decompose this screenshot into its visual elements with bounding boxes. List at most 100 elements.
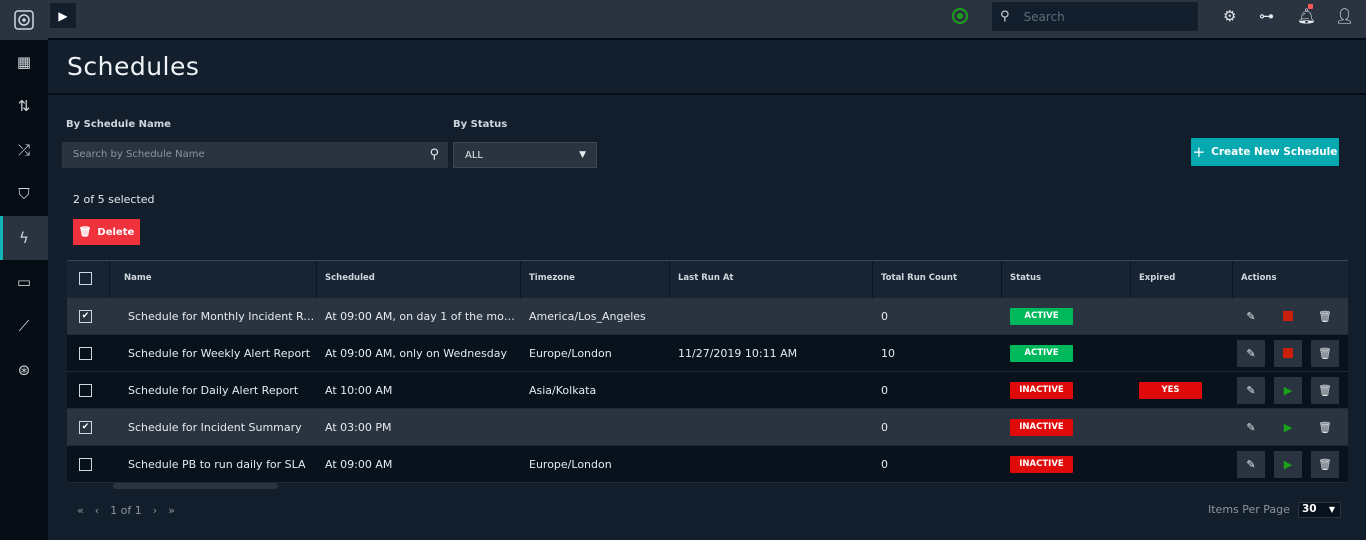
shield-icon[interactable]: ⛉ — [0, 172, 48, 216]
trash-icon: 🗑︎ — [1318, 346, 1332, 360]
global-search-input[interactable]: ⚲ Search — [992, 2, 1198, 31]
row-checkbox[interactable]: ✔ — [79, 309, 92, 323]
trash-icon: 🗑︎ — [1318, 457, 1332, 471]
sidebar: ▦ ⇅ ⤮ ⛉ ϟ ▭ ⟋ ⊛ — [0, 0, 48, 540]
table-row[interactable]: ✔ Schedule for Incident Summary At 03:00… — [67, 409, 1348, 446]
name-filter-label: By Schedule Name — [66, 119, 171, 130]
caret-down-icon: ▼ — [579, 150, 586, 160]
table-row[interactable]: Schedule for Daily Alert Report At 10:00… — [67, 372, 1348, 409]
schedule-name[interactable]: Schedule for Monthly Incident Report — [110, 310, 317, 323]
schedule-name[interactable]: Schedule for Incident Summary — [110, 421, 317, 434]
prev-page-icon[interactable]: ‹ — [95, 504, 99, 517]
stop-button[interactable] — [1274, 339, 1302, 367]
create-schedule-button[interactable]: + Create New Schedule — [1191, 138, 1339, 166]
status-badge: ACTIVE — [1010, 307, 1073, 325]
next-page-icon[interactable]: › — [153, 504, 157, 517]
chart-icon[interactable]: ⟋ — [0, 304, 48, 348]
shuffle-icon[interactable]: ⤮ — [0, 128, 48, 172]
row-checkbox[interactable] — [79, 346, 92, 360]
pencil-icon: ✎ — [1246, 457, 1256, 471]
delete-row-button[interactable]: 🗑︎ — [1311, 339, 1339, 367]
row-checkbox[interactable] — [79, 383, 92, 397]
user-icon[interactable]: 👤︎ — [1335, 7, 1354, 25]
table-row[interactable]: Schedule for Weekly Alert Report At 09:0… — [67, 335, 1348, 372]
edit-button[interactable]: ✎ — [1237, 303, 1265, 330]
run-count: 0 — [881, 383, 888, 397]
schedule-name-search-input[interactable]: Search by Schedule Name ⚲ — [62, 142, 448, 168]
schedule-cron: At 09:00 AM, on day 1 of the month — [325, 309, 521, 323]
edit-button[interactable]: ✎ — [1237, 414, 1265, 441]
edit-button[interactable]: ✎ — [1237, 339, 1265, 367]
trash-icon: 🗑︎ — [1318, 383, 1332, 397]
schedule-name[interactable]: Schedule for Daily Alert Report — [110, 384, 317, 397]
run-button[interactable]: ▶ — [1274, 450, 1302, 478]
schedule-cron: At 09:00 AM — [325, 457, 393, 471]
play-icon: ▶ — [1283, 420, 1293, 434]
items-per-page-select[interactable]: 30 ▼ — [1298, 502, 1341, 518]
page-indicator: 1 of 1 — [110, 504, 142, 517]
stop-button[interactable] — [1274, 303, 1302, 330]
run-button[interactable]: ▶ — [1274, 414, 1302, 441]
run-count: 0 — [881, 309, 888, 323]
app-logo[interactable] — [0, 0, 48, 40]
table-row[interactable]: ✔ Schedule for Monthly Incident Report A… — [67, 298, 1348, 335]
help-icon[interactable]: ⊛ — [0, 348, 48, 392]
col-status[interactable]: Status — [1002, 261, 1131, 298]
stop-icon — [1283, 348, 1293, 358]
status-badge: INACTIVE — [1010, 381, 1073, 399]
schedules-table: Name Scheduled Timezone Last Run At Tota… — [67, 260, 1348, 483]
select-all-checkbox[interactable] — [79, 272, 92, 285]
caret-down-icon: ▼ — [1328, 505, 1335, 514]
gear-icon[interactable]: ⚙ — [1223, 7, 1236, 25]
delete-button[interactable]: 🗑︎ Delete — [73, 219, 140, 245]
schedule-timezone: Europe/London — [529, 457, 612, 471]
pencil-icon: ✎ — [1246, 420, 1256, 434]
topbar: ▶ ⚲ Search ⚙ ⊶ 🔔︎ 👤︎ — [48, 0, 1366, 40]
schedule-cron: At 10:00 AM — [325, 383, 393, 397]
pagination: « ‹ 1 of 1 › » — [77, 504, 175, 517]
delete-row-button[interactable]: 🗑︎ — [1311, 303, 1339, 330]
bell-icon[interactable]: 🔔︎ — [1297, 7, 1316, 25]
delete-row-button[interactable]: 🗑︎ — [1311, 414, 1339, 441]
run-count: 0 — [881, 420, 888, 434]
schedules-icon[interactable]: ϟ — [0, 216, 48, 260]
last-page-icon[interactable]: » — [168, 504, 175, 517]
row-checkbox[interactable] — [79, 457, 92, 471]
sort-icon[interactable]: ⇅ — [0, 84, 48, 128]
pencil-icon: ✎ — [1246, 346, 1256, 360]
status-select[interactable]: ALL ▼ — [453, 142, 597, 168]
col-run-count[interactable]: Total Run Count — [873, 261, 1002, 298]
edit-button[interactable]: ✎ — [1237, 450, 1265, 478]
table-header: Name Scheduled Timezone Last Run At Tota… — [67, 260, 1348, 298]
schedule-name[interactable]: Schedule PB to run daily for SLA — [110, 458, 317, 471]
col-name[interactable]: Name — [110, 261, 317, 298]
schedule-timezone: America/Los_Angeles — [529, 309, 646, 323]
edit-button[interactable]: ✎ — [1237, 376, 1265, 404]
briefcase-icon[interactable]: ▭ — [0, 260, 48, 304]
row-checkbox[interactable]: ✔ — [79, 420, 92, 434]
stop-icon — [1283, 311, 1293, 321]
title-bar: Schedules — [48, 42, 1366, 95]
delete-row-button[interactable]: 🗑︎ — [1311, 376, 1339, 404]
delete-row-button[interactable]: 🗑︎ — [1311, 450, 1339, 478]
col-timezone[interactable]: Timezone — [521, 261, 670, 298]
first-page-icon[interactable]: « — [77, 504, 84, 517]
table-row[interactable]: Schedule PB to run daily for SLA At 09:0… — [67, 446, 1348, 483]
col-expired[interactable]: Expired — [1131, 261, 1233, 298]
run-count: 0 — [881, 457, 888, 471]
expired-badge: YES — [1139, 381, 1202, 399]
schedule-timezone: Europe/London — [529, 346, 612, 360]
last-run-at: 11/27/2019 10:11 AM — [678, 346, 798, 360]
expand-sidebar-button[interactable]: ▶ — [50, 3, 76, 28]
dashboard-icon[interactable]: ▦ — [0, 40, 48, 84]
run-count: 10 — [881, 346, 895, 360]
col-scheduled[interactable]: Scheduled — [317, 261, 521, 298]
horizontal-scrollbar[interactable] — [113, 483, 278, 489]
col-last-run[interactable]: Last Run At — [670, 261, 873, 298]
play-icon: ▶ — [1283, 457, 1293, 471]
run-button[interactable]: ▶ — [1274, 376, 1302, 404]
hierarchy-icon[interactable]: ⊶ — [1259, 7, 1274, 25]
trash-icon: 🗑︎ — [1318, 309, 1332, 323]
schedule-name[interactable]: Schedule for Weekly Alert Report — [110, 347, 317, 360]
items-per-page-label: Items Per Page — [1208, 503, 1290, 516]
